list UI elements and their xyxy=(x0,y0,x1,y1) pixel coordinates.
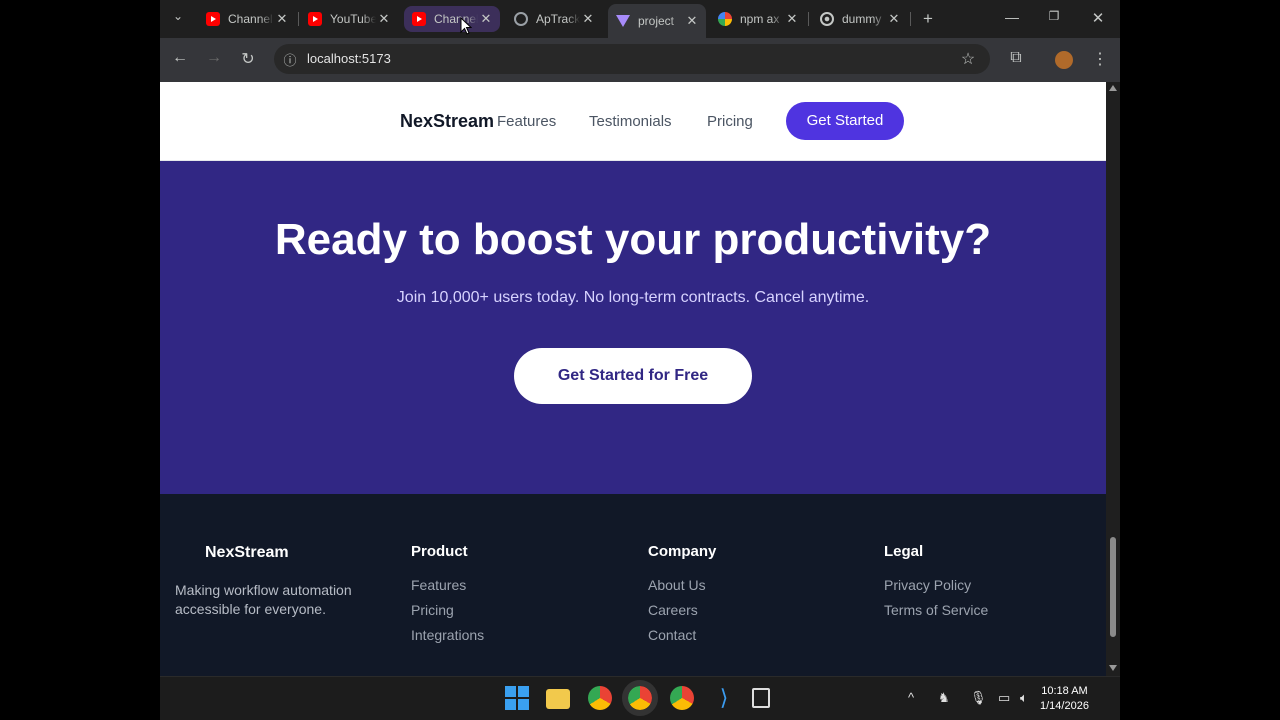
address-bar[interactable]: ⓘ localhost:5173 ☆ xyxy=(274,44,990,74)
footer-column-company: Company About Us Careers Contact xyxy=(648,543,716,652)
site-info-icon[interactable]: ⓘ xyxy=(278,50,302,69)
vscode-icon[interactable]: ⟩ xyxy=(712,686,736,710)
footer-link-about[interactable]: About Us xyxy=(648,577,716,593)
footer-link-integrations[interactable]: Integrations xyxy=(411,627,484,643)
forward-icon[interactable]: → xyxy=(202,49,226,67)
bookmark-star-icon[interactable]: ☆ xyxy=(956,49,980,69)
tab-separator xyxy=(808,12,809,26)
menu-icon[interactable]: ⋮ xyxy=(1088,49,1112,69)
scroll-down-icon[interactable] xyxy=(1109,665,1117,671)
nav-link-pricing[interactable]: Pricing xyxy=(707,113,753,130)
close-icon[interactable]: ✕ xyxy=(376,11,392,27)
tab-separator xyxy=(910,12,911,26)
page-scrollbar[interactable] xyxy=(1106,82,1120,676)
footer-heading: Product xyxy=(411,543,468,560)
profile-avatar[interactable] xyxy=(1055,51,1073,69)
youtube-icon xyxy=(412,12,426,26)
microphone-icon[interactable]: 🎙︎ xyxy=(970,690,987,706)
chrome-profile-1-icon[interactable] xyxy=(588,686,612,710)
footer-brand: NexStream xyxy=(205,544,289,561)
extensions-icon[interactable]: ⧉ xyxy=(1004,49,1028,67)
get-started-free-button[interactable]: Get Started for Free xyxy=(514,348,752,404)
scrollbar-thumb[interactable] xyxy=(1110,537,1116,637)
clock[interactable]: 10:18 AM 1/14/2026 xyxy=(1040,684,1089,714)
tab-title: YouTube xyxy=(330,12,376,26)
chrome-profile-2-icon[interactable] xyxy=(670,686,694,710)
brand-logo[interactable]: NexStream xyxy=(400,111,494,132)
reload-icon[interactable]: ↻ xyxy=(236,49,260,69)
footer-link-terms[interactable]: Terms of Service xyxy=(884,602,988,618)
close-icon[interactable]: ✕ xyxy=(684,13,700,29)
volume-icon[interactable]: 🔈︎ xyxy=(1020,690,1028,706)
footer-column-product: Product Features Pricing Integrations xyxy=(411,543,484,652)
close-icon[interactable]: ✕ xyxy=(580,11,596,27)
screen: ⌄ Channel ✕ YouTube ✕ Channel ✕ ApTrack … xyxy=(160,0,1120,720)
browser-toolbar: ← → ↻ ⓘ localhost:5173 ☆ ⧉ ⋮ xyxy=(160,38,1120,82)
tab-project[interactable]: project ✕ xyxy=(608,4,706,38)
clock-time: 10:18 AM xyxy=(1041,685,1088,697)
tab-title: ApTrack xyxy=(536,12,580,26)
url-text: localhost:5173 xyxy=(307,51,391,66)
close-icon[interactable]: ✕ xyxy=(784,11,800,27)
file-explorer-icon[interactable] xyxy=(546,689,570,709)
tab-title: project xyxy=(638,14,675,28)
footer-column-legal: Legal Privacy Policy Terms of Service xyxy=(884,543,988,627)
back-icon[interactable]: ← xyxy=(168,49,192,67)
close-icon[interactable]: ✕ xyxy=(274,11,290,27)
nav-link-testimonials[interactable]: Testimonials xyxy=(589,113,672,130)
tab-title: dummy xyxy=(842,12,882,26)
tab-youtube[interactable]: YouTube ✕ xyxy=(300,6,398,32)
footer-link-pricing[interactable]: Pricing xyxy=(411,602,484,618)
site-icon xyxy=(820,12,834,26)
clock-date: 1/14/2026 xyxy=(1040,700,1089,712)
tab-separator xyxy=(298,12,299,26)
close-icon[interactable]: ✕ xyxy=(478,11,494,27)
youtube-icon xyxy=(308,12,322,26)
get-started-button[interactable]: Get Started xyxy=(786,102,904,140)
footer-heading: Legal xyxy=(884,543,924,560)
restore-icon[interactable]: ❐ xyxy=(1042,9,1066,23)
tab-title: npm ax xyxy=(740,12,780,26)
footer-link-careers[interactable]: Careers xyxy=(648,602,716,618)
cta-subline: Join 10,000+ users today. No long-term c… xyxy=(396,289,870,306)
start-icon[interactable] xyxy=(505,686,529,710)
footer-link-contact[interactable]: Contact xyxy=(648,627,716,643)
vite-icon xyxy=(616,15,630,27)
footer-heading: Company xyxy=(648,543,717,560)
snipping-tool-icon[interactable] xyxy=(752,688,770,708)
new-tab-icon[interactable]: + xyxy=(916,9,940,29)
youtube-icon xyxy=(206,12,220,26)
tab-npm[interactable]: npm ax ✕ xyxy=(710,6,806,32)
footer-link-privacy[interactable]: Privacy Policy xyxy=(884,577,988,593)
scroll-up-icon[interactable] xyxy=(1109,85,1117,91)
cta-headline: Ready to boost your productivity? xyxy=(274,215,992,264)
footer-link-features[interactable]: Features xyxy=(411,577,484,593)
tray-app-icon[interactable]: ♞ xyxy=(938,690,950,706)
tray-chevron-icon[interactable]: ^ xyxy=(908,690,914,705)
footer-tagline: Making workflow automation accessible fo… xyxy=(175,582,352,617)
tab-channel-2[interactable]: Channel ✕ xyxy=(404,6,500,32)
page-viewport: NexStream Features Testimonials Pricing … xyxy=(160,82,1106,676)
tab-title: Channel xyxy=(228,12,273,26)
nav-link-features[interactable]: Features xyxy=(497,113,556,130)
close-window-icon[interactable]: ✕ xyxy=(1086,9,1110,27)
site-navbar: NexStream Features Testimonials Pricing … xyxy=(160,82,1106,161)
network-icon[interactable]: ▭ xyxy=(998,690,1010,706)
tab-strip: ⌄ Channel ✕ YouTube ✕ Channel ✕ ApTrack … xyxy=(160,0,1120,38)
tab-channel-1[interactable]: Channel ✕ xyxy=(198,6,296,32)
close-icon[interactable]: ✕ xyxy=(886,11,902,27)
globe-icon xyxy=(514,12,528,26)
site-footer: NexStream Making workflow automation acc… xyxy=(160,494,1106,676)
google-icon xyxy=(718,12,732,26)
cta-section: Ready to boost your productivity? Join 1… xyxy=(160,161,1106,494)
windows-taskbar: ⟩ ^ ♞ 🎙︎ ▭ 🔈︎ 10:18 AM 1/14/2026 xyxy=(160,676,1120,720)
minimize-icon[interactable]: — xyxy=(1000,9,1024,25)
tab-dummy[interactable]: dummy ✕ xyxy=(812,6,908,32)
tab-search-icon[interactable]: ⌄ xyxy=(166,9,190,23)
mouse-cursor-icon xyxy=(460,17,472,35)
tab-aptrack[interactable]: ApTrack ✕ xyxy=(506,6,602,32)
chrome-active-icon[interactable] xyxy=(622,680,658,716)
